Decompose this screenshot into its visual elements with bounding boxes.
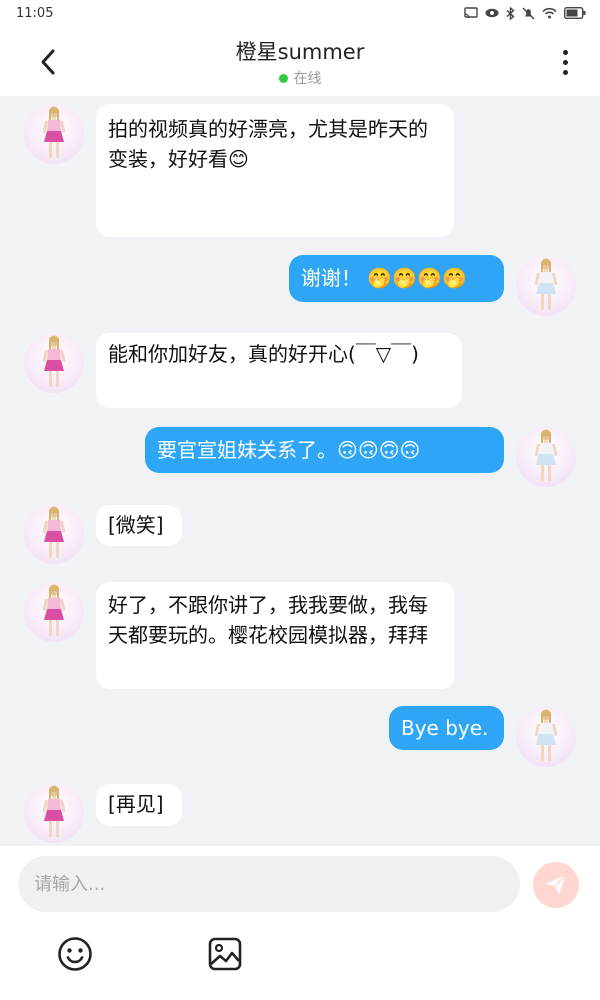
online-dot-icon bbox=[278, 73, 288, 83]
incoming-message[interactable]: 能和你加好友，真的好开心(￣▽￣) bbox=[96, 333, 462, 408]
incoming-message[interactable]: [再见] bbox=[96, 784, 182, 826]
more-dot-icon bbox=[562, 59, 568, 65]
more-options-button[interactable] bbox=[550, 44, 580, 80]
send-icon bbox=[545, 874, 567, 895]
contact-avatar[interactable] bbox=[24, 783, 84, 843]
status-icons bbox=[464, 6, 586, 20]
smiley-icon bbox=[58, 937, 92, 971]
chat-header: 橙星summer 在线 bbox=[0, 26, 600, 96]
online-status: 在线 bbox=[0, 68, 600, 88]
outgoing-message[interactable]: 谢谢！ 🤭🤭🤭🤭 bbox=[289, 255, 504, 302]
status-bar: 11:05 bbox=[0, 0, 600, 26]
chat-title: 橙星summer bbox=[235, 40, 365, 64]
mute-icon bbox=[522, 7, 535, 19]
chat-area[interactable]: 拍的视频真的好漂亮，尤其是昨天的变装，好好看😊 谢谢！ 🤭🤭🤭🤭 能和你加好友，… bbox=[0, 96, 600, 846]
my-avatar[interactable] bbox=[516, 427, 576, 487]
status-time: 11:05 bbox=[16, 5, 54, 21]
input-bar bbox=[0, 846, 600, 1000]
my-avatar[interactable] bbox=[516, 256, 576, 316]
battery-icon bbox=[564, 7, 586, 19]
bluetooth-icon bbox=[506, 6, 515, 20]
eye-icon bbox=[485, 8, 499, 18]
wifi-icon bbox=[542, 7, 557, 19]
more-dot-icon bbox=[562, 69, 568, 75]
message-input[interactable] bbox=[18, 856, 520, 912]
send-button[interactable] bbox=[533, 862, 579, 908]
online-status-text: 在线 bbox=[293, 71, 322, 87]
contact-avatar[interactable] bbox=[24, 104, 84, 164]
more-dot-icon bbox=[562, 49, 568, 55]
incoming-message[interactable]: 拍的视频真的好漂亮，尤其是昨天的变装，好好看😊 bbox=[96, 104, 454, 237]
contact-avatar[interactable] bbox=[24, 504, 84, 564]
outgoing-message[interactable]: Bye bye. bbox=[389, 706, 504, 750]
image-button[interactable] bbox=[205, 934, 245, 974]
emoji-button[interactable] bbox=[55, 934, 95, 974]
cast-icon bbox=[464, 7, 478, 19]
image-icon bbox=[208, 937, 242, 971]
contact-avatar[interactable] bbox=[24, 333, 84, 393]
outgoing-message[interactable]: 要官宣姐妹关系了。🙃🙃🙃🙃 bbox=[145, 427, 504, 473]
contact-avatar[interactable] bbox=[24, 582, 84, 642]
incoming-message[interactable]: 好了，不跟你讲了，我我要做，我每天都要玩的。樱花校园模拟器，拜拜 bbox=[96, 582, 455, 689]
header-title-block: 橙星summer 在线 bbox=[0, 36, 600, 88]
my-avatar[interactable] bbox=[516, 707, 576, 767]
incoming-message[interactable]: [微笑] bbox=[96, 505, 182, 546]
